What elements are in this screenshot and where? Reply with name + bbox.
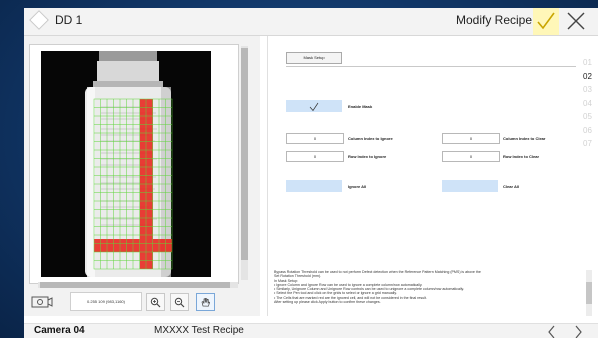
image-vertical-scrollbar[interactable] [241, 46, 248, 280]
column-index-to-ignore-input[interactable]: 0 [286, 133, 344, 144]
next-button[interactable] [570, 325, 586, 338]
image-viewer[interactable] [29, 44, 239, 284]
help-scroll-thumb[interactable] [586, 282, 592, 304]
camera-icon [31, 296, 53, 308]
camera-button[interactable] [30, 293, 54, 309]
tab-mask-setup[interactable]: Mask Setup [286, 52, 342, 64]
pan-tool-button[interactable] [196, 293, 215, 311]
row-index-to-clear-label: Row Index to Clear [503, 154, 540, 159]
enable-mask-label: Enable Mask [348, 104, 373, 109]
camera-image[interactable] [41, 51, 211, 277]
page-item-06[interactable]: 06 [583, 124, 597, 138]
chevron-left-icon [548, 325, 555, 338]
mask-setup-panel: Mask Setup Enable Mask 0 Column Index to… [267, 36, 598, 316]
hand-pan-icon [201, 297, 211, 307]
title-bar: DD 1 Modify Recipe [24, 8, 598, 36]
clear-all-button[interactable] [442, 180, 498, 192]
chevron-right-icon [575, 325, 582, 338]
page-selector: 01 02 03 04 05 06 07 [583, 56, 597, 151]
page-item-04[interactable]: 04 [583, 97, 597, 111]
help-text-scrollbar[interactable] [586, 270, 592, 316]
page-item-05[interactable]: 05 [583, 110, 597, 124]
check-icon [537, 12, 555, 30]
modify-recipe-window: DD 1 Modify Recipe 0.255 109 (983,1160) … [24, 8, 598, 338]
pixel-coordinate-readout: 0.255 109 (983,1160) [70, 292, 142, 311]
confirm-button[interactable] [533, 8, 559, 35]
column-index-to-clear-input[interactable]: 0 [442, 133, 500, 144]
close-button[interactable] [565, 10, 587, 32]
image-panel: 0.255 109 (983,1160) [24, 36, 260, 316]
zoom-out-icon [174, 297, 185, 308]
camera-name: Camera 04 [34, 325, 85, 336]
enable-mask-checkbox[interactable] [286, 100, 342, 112]
page-item-03[interactable]: 03 [583, 83, 597, 97]
previous-button[interactable] [544, 325, 560, 338]
page-title: Modify Recipe [456, 13, 533, 27]
column-index-to-ignore-label: Column Index to Ignore [348, 136, 393, 141]
bottle-image [85, 51, 173, 277]
page-item-07[interactable]: 07 [583, 137, 597, 151]
check-icon [309, 102, 319, 112]
help-line: After setting up please click Apply butt… [274, 300, 381, 305]
zoom-in-button[interactable] [146, 293, 165, 311]
divider [286, 66, 576, 67]
ignore-all-button[interactable] [286, 180, 342, 192]
image-horizontal-scrollbar[interactable] [38, 282, 238, 288]
app-logo-icon [29, 10, 49, 30]
status-bar: Camera 04 MXXXX Test Recipe [24, 323, 598, 338]
row-index-to-clear-input[interactable]: 0 [442, 151, 500, 162]
page-item-01[interactable]: 01 [583, 56, 597, 70]
vertical-scroll-thumb[interactable] [241, 48, 248, 260]
close-icon [567, 12, 585, 30]
row-index-to-ignore-input[interactable]: 0 [286, 151, 344, 162]
zoom-out-button[interactable] [170, 293, 189, 311]
clear-all-label: Clear All [503, 184, 520, 189]
row-index-to-ignore-label: Row Index to Ignore [348, 154, 387, 159]
ignore-all-label: Ignore All [348, 184, 367, 189]
page-item-02[interactable]: 02 [583, 70, 597, 84]
help-text: Bypass Rotation Threshold can be used to… [274, 270, 582, 316]
horizontal-scroll-thumb[interactable] [40, 282, 230, 288]
recipe-name: MXXXX Test Recipe [154, 325, 244, 336]
column-index-to-clear-label: Column Index to Clear [503, 136, 546, 141]
zoom-in-icon [150, 297, 161, 308]
window-title: DD 1 [55, 13, 83, 27]
